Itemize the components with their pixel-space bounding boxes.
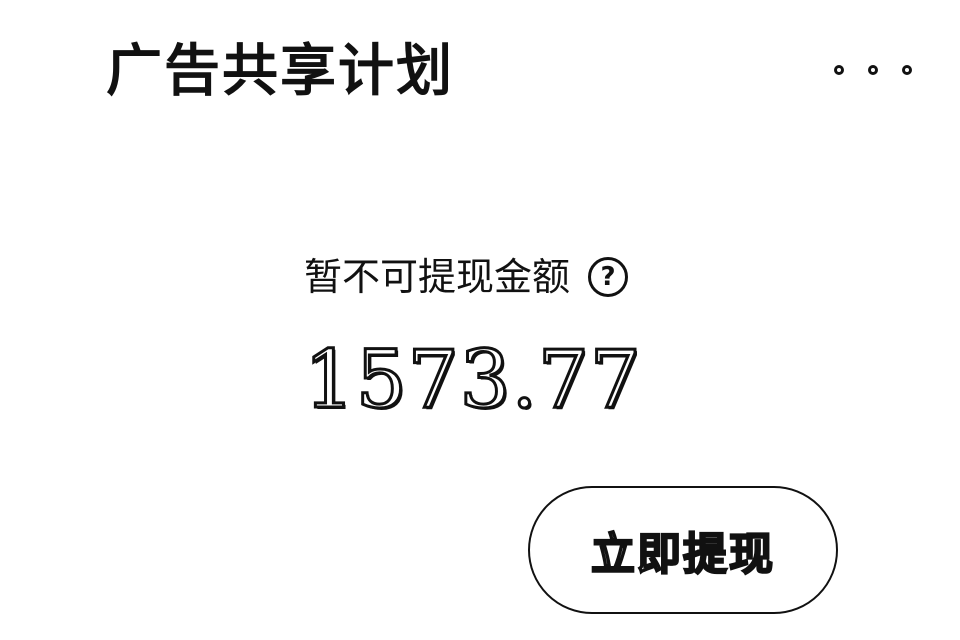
ad-share-plan-screen: 广告共享计划 暂不可提现金额 ? 1573.77 立即提现 [0, 0, 960, 640]
more-options-button[interactable] [830, 52, 916, 88]
balance-label: 暂不可提现金额 [304, 255, 571, 299]
balance-amount: 1573.77 [303, 332, 643, 428]
question-circle-icon[interactable]: ? [588, 257, 629, 297]
balance-label-row: 暂不可提现金额 ? [304, 252, 629, 302]
more-dot-icon [902, 65, 912, 75]
more-dot-icon [834, 65, 844, 75]
more-dot-icon [868, 65, 878, 75]
page-title: 广告共享计划 [106, 39, 454, 104]
withdraw-now-button[interactable]: 立即提现 [528, 486, 838, 614]
